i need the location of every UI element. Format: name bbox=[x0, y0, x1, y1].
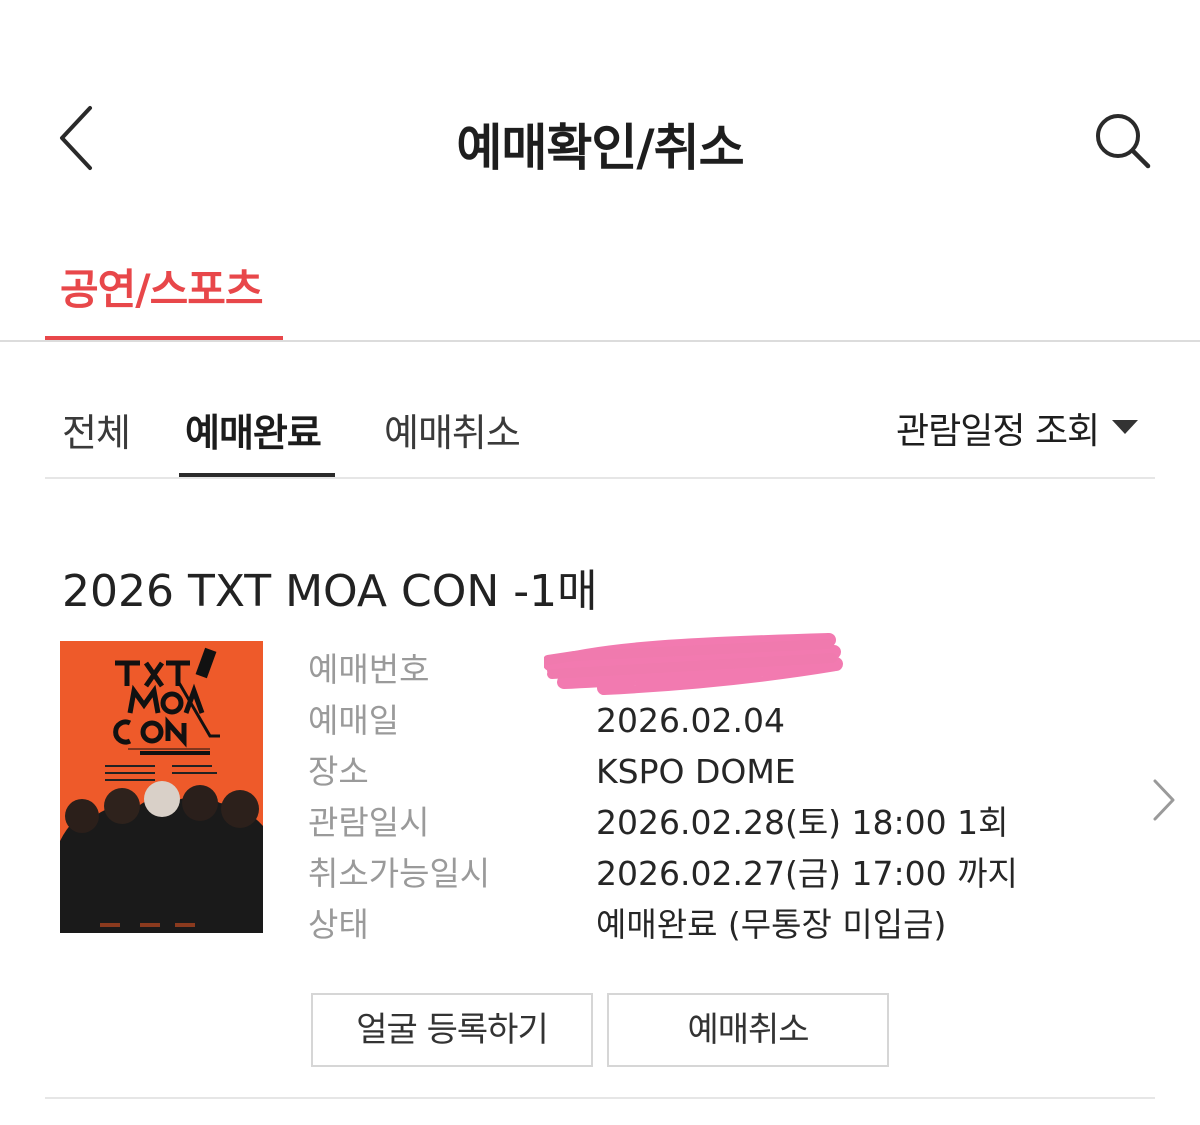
value-status: 예매완료 (무통장 미입금) bbox=[596, 905, 947, 944]
filter-tab-booking-complete[interactable]: 예매완료 bbox=[185, 402, 322, 457]
booking-info-labels: 예매번호 예매일 장소 관람일시 취소가능일시 상태 bbox=[308, 648, 490, 954]
search-icon bbox=[1096, 114, 1151, 169]
tab-label: 공연/스포츠 bbox=[60, 265, 264, 314]
divider bbox=[0, 340, 1200, 342]
face-register-button[interactable]: 얼굴 등록하기 bbox=[311, 993, 593, 1067]
label-show-datetime: 관람일시 bbox=[308, 803, 430, 842]
tab-performance-sports[interactable]: 공연/스포츠 bbox=[45, 250, 283, 342]
divider bbox=[45, 1097, 1155, 1099]
value-booking-date: 2026.02.04 bbox=[596, 701, 785, 740]
poster-image bbox=[60, 641, 263, 933]
page-title: 예매확인/취소 bbox=[456, 119, 744, 177]
label-status: 상태 bbox=[308, 905, 369, 944]
event-poster[interactable] bbox=[60, 641, 263, 933]
booking-card: 2026 TXT MOA CON -1매 예매번호 예매일 장소 관람일시 취소… bbox=[0, 480, 1200, 1100]
value-cancel-deadline: 2026.02.27(금) 17:00 까지 bbox=[596, 854, 1018, 893]
label-booking-number: 예매번호 bbox=[308, 650, 430, 689]
event-title: 2026 TXT MOA CON -1매 bbox=[62, 566, 598, 617]
detail-chevron-button[interactable] bbox=[1145, 775, 1181, 825]
redaction-scribble bbox=[544, 633, 843, 695]
date-filter-dropdown[interactable]: 관람일정 조회 bbox=[896, 402, 1100, 454]
label-venue: 장소 bbox=[308, 752, 369, 791]
status-filter-tabs: 전체 예매완료 예매취소 관람일정 조회 bbox=[0, 380, 1200, 480]
label-booking-date: 예매일 bbox=[308, 701, 400, 740]
filter-tab-all[interactable]: 전체 bbox=[62, 402, 131, 457]
search-button[interactable] bbox=[1090, 108, 1160, 178]
divider bbox=[45, 477, 1155, 479]
cancel-booking-button[interactable]: 예매취소 bbox=[607, 993, 889, 1067]
chevron-right-icon bbox=[1153, 779, 1175, 821]
value-show-datetime: 2026.02.28(토) 18:00 1회 bbox=[596, 803, 1009, 842]
caret-down-icon[interactable] bbox=[1112, 420, 1138, 434]
value-venue: KSPO DOME bbox=[596, 752, 796, 791]
app-header: 예매확인/취소 bbox=[0, 0, 1200, 230]
label-cancel-deadline: 취소가능일시 bbox=[308, 854, 491, 893]
filter-tab-booking-cancelled[interactable]: 예매취소 bbox=[384, 402, 521, 457]
